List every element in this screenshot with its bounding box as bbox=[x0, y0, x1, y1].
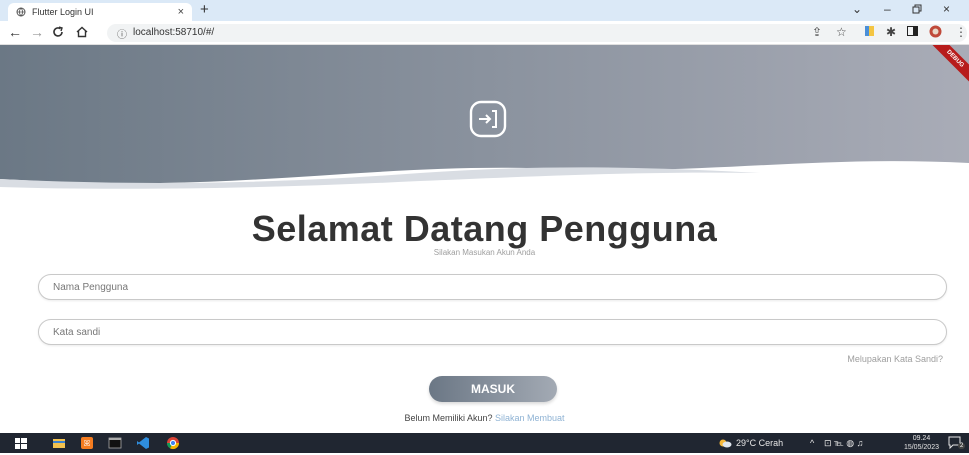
chrome-icon[interactable] bbox=[166, 436, 180, 450]
weather-text[interactable]: 29°C Cerah bbox=[736, 438, 783, 448]
username-input[interactable] bbox=[39, 275, 946, 299]
site-info-icon[interactable]: ⓘ bbox=[117, 26, 127, 41]
header-banner: DEBUG bbox=[0, 45, 969, 190]
puzzle-extensions-icon[interactable]: ✱ bbox=[886, 25, 896, 39]
globe-icon bbox=[16, 7, 26, 17]
minimize-button[interactable]: – bbox=[884, 2, 891, 16]
vscode-icon[interactable] bbox=[136, 436, 150, 450]
profile-avatar[interactable] bbox=[929, 25, 942, 41]
side-panel-icon[interactable] bbox=[907, 25, 918, 39]
signup-row: Belum Memiliki Akun? Silakan Membuat bbox=[0, 413, 969, 423]
username-field[interactable] bbox=[38, 274, 947, 300]
maximize-button[interactable] bbox=[912, 4, 922, 17]
tab-close-icon[interactable]: × bbox=[178, 6, 184, 18]
clock-date: 15/05/2023 bbox=[903, 444, 939, 451]
weather-icon[interactable] bbox=[718, 438, 732, 450]
tray-chevron-icon[interactable]: ^ bbox=[810, 438, 814, 448]
page-title: Selamat Datang Pengguna bbox=[251, 208, 718, 249]
url-text: localhost:58710/#/ bbox=[133, 27, 215, 38]
close-window-button[interactable]: × bbox=[943, 2, 950, 16]
page-subtitle: Silakan Masukan Akun Anda bbox=[433, 248, 536, 257]
tray-status-icons[interactable]: ⊡ ℡ ◍ ♫ bbox=[824, 438, 863, 449]
forgot-password-link[interactable]: Melupakan Kata Sandi? bbox=[847, 354, 943, 364]
clock[interactable]: 09.24 15/05/2023 bbox=[904, 434, 939, 452]
terminal-icon[interactable] bbox=[108, 436, 122, 450]
login-button[interactable]: MASUK bbox=[429, 376, 557, 402]
password-input[interactable] bbox=[39, 320, 946, 344]
reload-icon[interactable] bbox=[52, 24, 64, 41]
notification-count: 2 bbox=[958, 443, 966, 449]
home-icon[interactable] bbox=[76, 24, 88, 41]
clock-time: 09.24 bbox=[912, 435, 931, 442]
forward-icon[interactable]: → bbox=[30, 24, 44, 40]
share-icon[interactable]: ⇪ bbox=[812, 25, 822, 39]
tab-title: Flutter Login UI bbox=[32, 7, 94, 17]
browser-tab[interactable]: Flutter Login UI × bbox=[8, 3, 192, 21]
back-icon[interactable]: ← bbox=[8, 24, 22, 40]
extension-icon[interactable] bbox=[864, 25, 875, 40]
login-page: DEBUG Selamat Datang Pengguna Silakan Ma… bbox=[0, 45, 969, 433]
svg-text:ꕤ: ꕤ bbox=[84, 439, 91, 448]
address-bar: ← → ⓘ localhost:58710/#/ ⇪ ☆ ✱ ⋮ bbox=[0, 21, 969, 45]
signup-link[interactable]: Silakan Membuat bbox=[495, 413, 565, 423]
password-field[interactable] bbox=[38, 319, 947, 345]
xampp-icon[interactable]: ꕤ bbox=[80, 436, 94, 450]
signup-prompt: Belum Memiliki Akun? bbox=[404, 413, 493, 423]
tab-search-icon[interactable]: ⌄ bbox=[852, 2, 862, 16]
bookmark-star-icon[interactable]: ☆ bbox=[836, 25, 847, 39]
login-icon bbox=[468, 99, 508, 139]
browser-tab-bar: Flutter Login UI × + ⌄ – × bbox=[0, 0, 969, 21]
file-explorer-icon[interactable] bbox=[52, 436, 66, 450]
new-tab-button[interactable]: + bbox=[200, 2, 209, 18]
menu-kebab-icon[interactable]: ⋮ bbox=[955, 25, 967, 39]
windows-start-icon[interactable] bbox=[14, 436, 28, 450]
os-taskbar: ꕤ 29°C Cerah ^ ⊡ ℡ ◍ ♫ 09.24 15/05/2023 … bbox=[0, 433, 969, 453]
